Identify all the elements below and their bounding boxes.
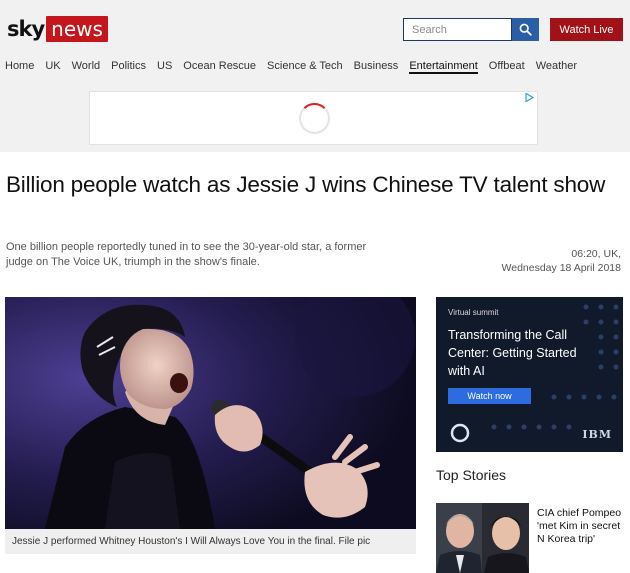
nav-item-offbeat[interactable]: Offbeat: [489, 60, 525, 74]
banner-ad-slot[interactable]: [89, 91, 538, 145]
logo-sky-text: sky: [7, 17, 45, 41]
article-date: Wednesday 18 April 2018: [501, 262, 621, 274]
logo-news-text: news: [46, 16, 108, 42]
nav-item-politics[interactable]: Politics: [111, 60, 146, 74]
nav-item-weather[interactable]: Weather: [536, 60, 577, 74]
sky-news-logo[interactable]: sky news: [7, 16, 108, 42]
loading-spinner-icon: [299, 103, 330, 134]
nav-item-business[interactable]: Business: [354, 60, 399, 74]
article-time: 06:20, UK,: [571, 248, 621, 260]
ad-title: Transforming the Call Center: Getting St…: [448, 328, 577, 378]
top-stories-heading: Top Stories: [436, 467, 507, 483]
search-input[interactable]: [404, 19, 511, 40]
nav-item-world[interactable]: World: [72, 60, 101, 74]
article-headline: Billion people watch as Jessie J wins Ch…: [6, 172, 606, 197]
ad-choices-icon[interactable]: [525, 93, 534, 102]
nav-item-science-tech[interactable]: Science & Tech: [267, 60, 343, 74]
article-hero-image[interactable]: [5, 297, 416, 529]
article-timestamp: 06:20, UK, Wednesday 18 April 2018: [502, 247, 621, 275]
main-nav: Home UK World Politics US Ocean Rescue S…: [5, 60, 588, 74]
search-button[interactable]: [512, 18, 539, 41]
nav-item-entertainment[interactable]: Entertainment: [409, 60, 478, 74]
search-icon: [519, 23, 532, 36]
top-story-headline[interactable]: CIA chief Pompeo 'met Kim in secret N Ko…: [537, 507, 627, 546]
nav-item-ocean-rescue[interactable]: Ocean Rescue: [183, 60, 256, 74]
story-thumbnail[interactable]: [436, 503, 529, 573]
nav-item-us[interactable]: US: [157, 60, 172, 74]
nav-item-home[interactable]: Home: [5, 60, 34, 74]
nav-item-uk[interactable]: UK: [45, 60, 60, 74]
ibm-logo: IBM: [582, 428, 612, 441]
story-thumbnail-photo: [436, 503, 529, 573]
ad-kicker: Virtual summit: [448, 308, 499, 317]
search-field[interactable]: [403, 18, 512, 41]
article-standfirst: One billion people reportedly tuned in t…: [6, 241, 367, 268]
watch-live-button[interactable]: Watch Live: [550, 18, 623, 41]
sidebar-advert[interactable]: Virtual summit Transforming the Call Cen…: [436, 297, 623, 452]
ad-watch-now-button[interactable]: Watch now: [448, 388, 531, 404]
image-caption: Jessie J performed Whitney Houston's I W…: [5, 529, 416, 554]
singer-photo: [5, 297, 416, 529]
